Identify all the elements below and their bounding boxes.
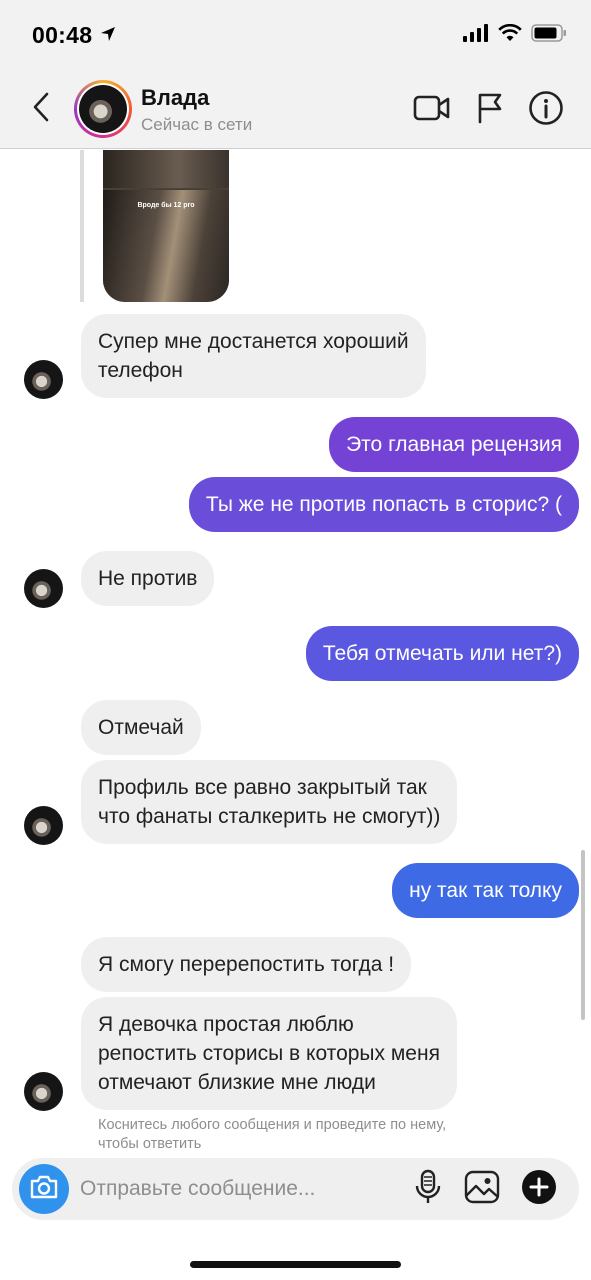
info-icon: [528, 90, 564, 131]
voice-message-button[interactable]: [408, 1169, 448, 1209]
incoming-message[interactable]: Я смогу перерепостить тогда !: [81, 937, 412, 992]
sender-avatar[interactable]: [24, 569, 63, 608]
flag-icon: [476, 92, 504, 129]
message-composer: [12, 1158, 579, 1220]
incoming-message[interactable]: Я девочка простая люблю репостить сторис…: [81, 997, 457, 1110]
outgoing-message[interactable]: Это главная рецензия: [329, 417, 579, 472]
shared-post-image[interactable]: Вроде бы 12 pro: [103, 150, 229, 302]
camera-button[interactable]: [19, 1164, 69, 1214]
chevron-left-icon: [32, 92, 50, 127]
status-bar: 00:48: [0, 0, 591, 70]
report-button[interactable]: [470, 90, 510, 130]
sender-avatar[interactable]: [24, 806, 63, 845]
message-input[interactable]: [80, 1172, 400, 1206]
wifi-icon: [498, 23, 522, 47]
microphone-icon: [415, 1169, 441, 1210]
sender-avatar[interactable]: [24, 1072, 63, 1111]
incoming-message[interactable]: Супер мне достанется хороший телефон: [81, 314, 426, 398]
contact-name[interactable]: Влада: [141, 85, 209, 111]
shared-post-rail: [80, 150, 84, 302]
outgoing-message[interactable]: Ты же не против попасть в сторис? (: [188, 477, 579, 532]
gallery-button[interactable]: [462, 1169, 502, 1209]
chat-header: Влада Сейчас в сети: [0, 70, 591, 149]
shared-post-caption: Вроде бы 12 pro: [137, 202, 195, 209]
video-call-button[interactable]: [412, 90, 452, 130]
outgoing-message[interactable]: Тебя отмечать или нет?): [305, 626, 579, 681]
scrollbar[interactable]: [581, 850, 585, 1020]
location-arrow-icon: [100, 26, 116, 47]
back-button[interactable]: [26, 92, 56, 126]
reply-hint: Коснитесь любого сообщения и проведите п…: [98, 1117, 447, 1152]
add-button[interactable]: [519, 1169, 559, 1209]
message-thread[interactable]: Вроде бы 12 pro Супер мне достанется хор…: [0, 150, 591, 1155]
status-time: 00:48: [32, 22, 93, 48]
sender-avatar[interactable]: [24, 360, 63, 399]
camera-icon: [29, 1174, 59, 1205]
info-button[interactable]: [526, 90, 566, 130]
contact-avatar[interactable]: [74, 80, 132, 138]
incoming-message[interactable]: Профиль все равно закрытый так что фанат…: [81, 760, 458, 844]
video-camera-icon: [413, 94, 451, 127]
home-indicator[interactable]: [190, 1261, 401, 1268]
plus-icon: [521, 1169, 557, 1210]
incoming-message[interactable]: Отмечай: [81, 700, 201, 755]
battery-icon: [531, 24, 567, 47]
outgoing-message[interactable]: ну так так толку: [392, 863, 579, 918]
image-icon: [464, 1170, 500, 1209]
signal-icon: [463, 24, 489, 47]
contact-status: Сейчас в сети: [141, 115, 253, 134]
incoming-message[interactable]: Не против: [81, 551, 215, 606]
